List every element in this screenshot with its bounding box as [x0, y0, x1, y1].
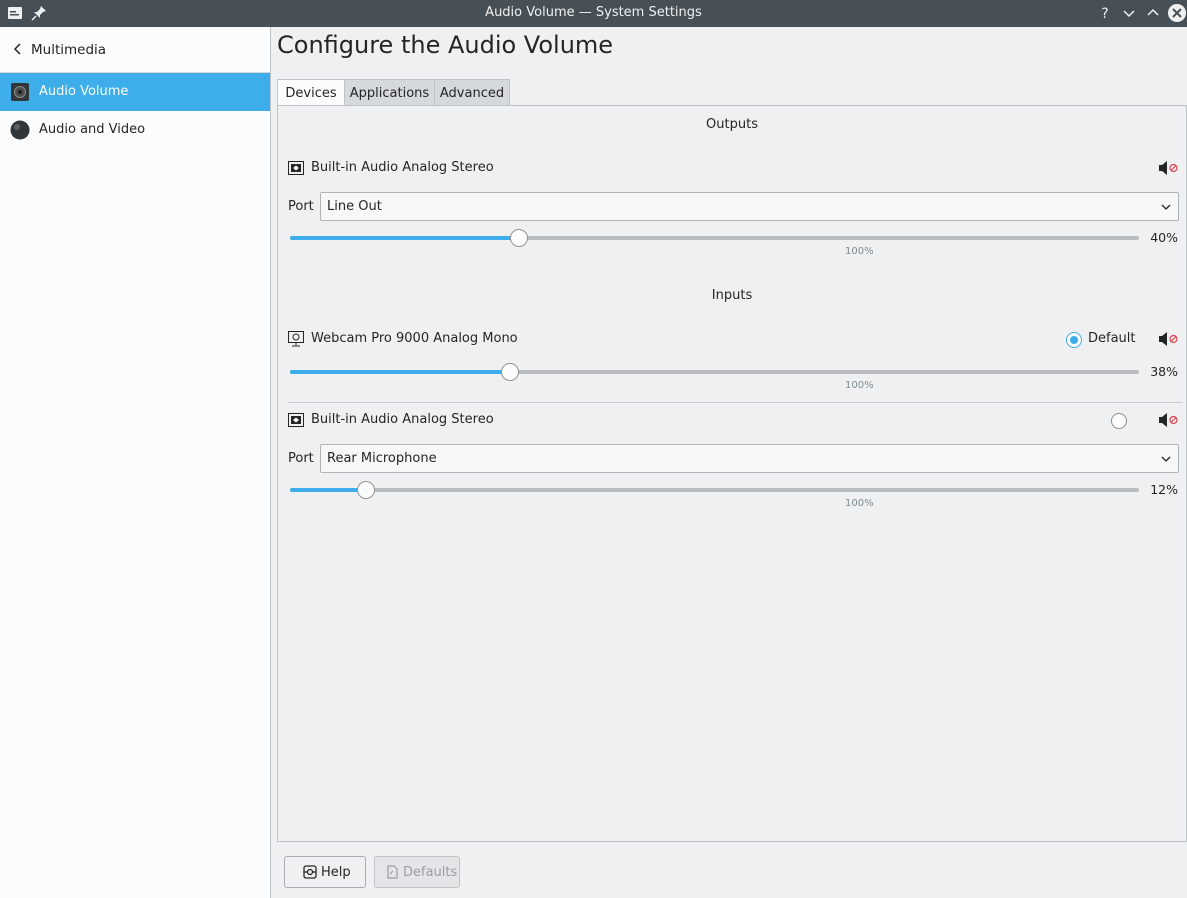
svg-text:?: ? [1101, 6, 1108, 22]
tab-devices[interactable]: Devices [277, 79, 345, 106]
defaults-button-label: Defaults [403, 865, 458, 880]
input-volume-value: 12% [1150, 482, 1178, 497]
slider-handle[interactable] [501, 363, 519, 381]
webcam-icon [288, 331, 304, 347]
sidebar-item-label: Audio Volume [39, 84, 129, 99]
input-device-row: Built-in Audio Analog Stereo [288, 410, 1180, 432]
chevron-down-icon [1161, 456, 1171, 462]
input-device-name: Webcam Pro 9000 Analog Mono [311, 331, 518, 346]
devices-panel: Outputs Built-in Audio Analog Stereo Por… [277, 105, 1187, 842]
slider-handle[interactable] [510, 229, 528, 247]
divider [288, 402, 1182, 403]
port-label: Port [288, 451, 314, 466]
output-port-select[interactable]: Line Out [320, 192, 1179, 221]
close-icon[interactable] [1167, 3, 1187, 23]
port-select-value: Rear Microphone [327, 451, 437, 466]
help-button-label: Help [321, 865, 351, 880]
slider-handle[interactable] [357, 481, 375, 499]
input-volume-value: 38% [1150, 364, 1178, 379]
hundred-percent-mark: 100% [845, 380, 874, 391]
hundred-percent-mark: 100% [845, 246, 874, 257]
output-volume-value: 40% [1150, 230, 1178, 245]
mute-toggle-icon[interactable] [1158, 159, 1180, 177]
speaker-icon [11, 83, 29, 101]
sidebar-back-button[interactable]: Multimedia [0, 27, 270, 73]
sidebar-item-audio-and-video[interactable]: Audio and Video [0, 111, 270, 149]
port-select-value: Line Out [327, 199, 382, 214]
help-button[interactable]: Help [284, 856, 366, 888]
sidebar-item-label: Audio and Video [39, 122, 146, 137]
audio-card-icon [288, 161, 304, 175]
input-port-select[interactable]: Rear Microphone [320, 444, 1179, 473]
input-device-row: Webcam Pro 9000 Analog Mono Default [288, 329, 1180, 351]
window-titlebar: Audio Volume — System Settings ? [0, 0, 1187, 27]
chevron-down-icon [1161, 204, 1171, 210]
default-radio[interactable] [1066, 332, 1082, 348]
main-content: Configure the Audio Volume Devices Appli… [271, 27, 1187, 898]
mute-toggle-icon[interactable] [1158, 411, 1180, 429]
tab-advanced[interactable]: Advanced [434, 79, 510, 106]
help-lifebuoy-icon [303, 865, 317, 879]
input-volume-slider[interactable] [290, 480, 1139, 500]
default-radio[interactable] [1111, 413, 1127, 429]
port-label: Port [288, 199, 314, 214]
document-revert-icon [387, 865, 398, 879]
maximize-icon[interactable] [1144, 4, 1162, 22]
outputs-heading: Outputs [706, 117, 758, 132]
help-icon[interactable]: ? [1096, 4, 1114, 22]
input-volume-slider[interactable] [290, 362, 1139, 382]
hundred-percent-mark: 100% [845, 498, 874, 509]
mute-toggle-icon[interactable] [1158, 330, 1180, 348]
sidebar-header-label: Multimedia [31, 42, 107, 58]
slider-fill [290, 370, 511, 374]
window-title: Audio Volume — System Settings [485, 5, 702, 20]
sidebar: Multimedia Audio Volume Audio and Video [0, 27, 271, 898]
page-title: Configure the Audio Volume [277, 31, 614, 59]
tab-applications[interactable]: Applications [344, 79, 435, 106]
input-device-name: Built-in Audio Analog Stereo [311, 412, 494, 427]
output-volume-slider[interactable] [290, 228, 1139, 248]
defaults-button[interactable]: Defaults [374, 856, 460, 888]
minimize-icon[interactable] [1120, 4, 1138, 22]
slider-fill [290, 488, 366, 492]
phonon-icon [10, 120, 30, 140]
output-device-row: Built-in Audio Analog Stereo [288, 158, 1180, 180]
default-label: Default [1088, 331, 1136, 346]
audio-card-icon [288, 413, 304, 427]
chevron-left-icon [13, 43, 21, 55]
inputs-heading: Inputs [711, 288, 753, 303]
slider-fill [290, 236, 519, 240]
output-device-name: Built-in Audio Analog Stereo [311, 160, 494, 175]
slider-track [290, 488, 1139, 492]
sidebar-item-audio-volume[interactable]: Audio Volume [0, 73, 270, 111]
